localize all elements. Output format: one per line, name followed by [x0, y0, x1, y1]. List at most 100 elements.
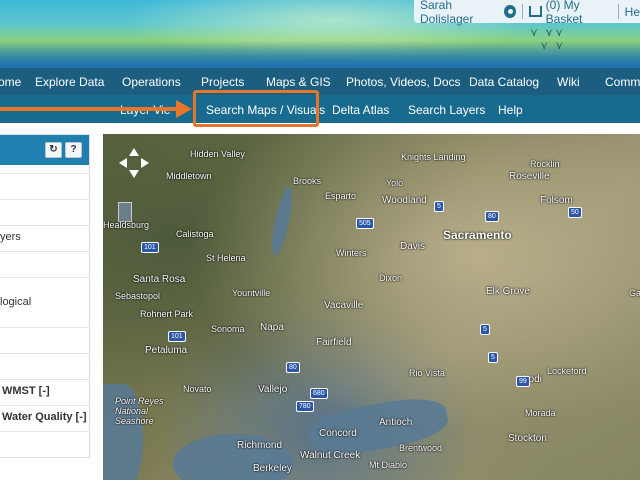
- birds-graphic: ⋎ ⋎⋎ ⋎ ⋎: [530, 27, 566, 52]
- subnav-help[interactable]: Help: [498, 103, 523, 117]
- help-button[interactable]: ?: [65, 142, 82, 158]
- divider: [617, 4, 619, 19]
- nav-community[interactable]: Commu: [605, 75, 640, 89]
- map-label-town: Concord: [319, 428, 357, 439]
- map-label-town: Vacaville: [324, 300, 364, 311]
- annotation-arrow-line: [0, 107, 182, 111]
- highway-shield: 5: [488, 352, 498, 363]
- nav-maps-gis[interactable]: Maps & GIS: [266, 75, 331, 89]
- nav-home[interactable]: ome: [0, 75, 21, 89]
- pan-right-icon[interactable]: [141, 158, 149, 168]
- layer-panel: ↻ ? yers logical WMST [-] Water Quality …: [0, 134, 90, 458]
- map-label-town: Napa: [260, 322, 284, 333]
- map-label-town: Fairfield: [316, 337, 352, 348]
- pan-down-icon[interactable]: [129, 170, 139, 178]
- lake-water: [267, 185, 297, 257]
- panel-row[interactable]: logical: [0, 277, 90, 327]
- map-label-small: Morada: [525, 408, 556, 418]
- map-label-town: Davis: [400, 241, 426, 252]
- map-label-small: Dixon: [379, 273, 403, 283]
- satellite-map[interactable]: Sacramento Santa Rosa Davis Elk Grove Na…: [103, 134, 640, 480]
- panel-row[interactable]: [0, 431, 90, 459]
- highway-shield: 50: [568, 207, 582, 218]
- map-label-town: Berkeley: [253, 463, 292, 474]
- panel-row[interactable]: [0, 353, 90, 379]
- panel-row-label: yers: [0, 231, 21, 243]
- nav-projects[interactable]: Projects: [201, 75, 244, 89]
- map-label-town: Stockton: [508, 433, 547, 444]
- map-label-town: Petaluma: [145, 345, 188, 356]
- panel-row[interactable]: [0, 199, 90, 225]
- panel-row[interactable]: [0, 327, 90, 353]
- nav-data-catalog[interactable]: Data Catalog: [469, 75, 539, 89]
- divider: [521, 4, 523, 19]
- panel-row-label: logical: [0, 296, 32, 308]
- map-label-small: Healdsburg: [103, 220, 150, 230]
- map-label-town: Richmond: [237, 440, 283, 451]
- subnav-delta-atlas[interactable]: Delta Atlas: [332, 103, 389, 117]
- panel-row[interactable]: WMST [-]: [0, 379, 90, 405]
- map-label-small: Sebastopol: [115, 291, 161, 301]
- highway-shield: 780: [296, 401, 314, 412]
- highway-shield: 80: [485, 211, 499, 222]
- nav-operations[interactable]: Operations: [122, 75, 181, 89]
- help-link[interactable]: He: [625, 5, 640, 19]
- map-label-small: Novato: [183, 384, 212, 394]
- annotation-highlight-box: [193, 90, 319, 127]
- highway-shield: 5: [434, 201, 444, 212]
- map-pan-control[interactable]: [119, 148, 149, 178]
- highway-shield: 505: [356, 218, 374, 229]
- map-label-city: Sacramento: [443, 228, 512, 242]
- map-label-small: Lockeford: [547, 366, 587, 376]
- map-label-small: Rohnert Park: [140, 309, 194, 319]
- map-label-small: Rocklin: [530, 159, 560, 169]
- user-name-link[interactable]: Sarah Dolislager: [414, 0, 499, 26]
- street-view-icon[interactable]: [118, 202, 132, 222]
- highway-shield: 80: [286, 362, 300, 373]
- map-label-small: St Helena: [206, 253, 246, 263]
- map-label-small: Yolo: [386, 178, 404, 188]
- highway-shield: 99: [516, 376, 530, 387]
- map-label-small: Brentwood: [399, 443, 443, 453]
- main-nav: ome Explore Data Operations Projects Map…: [0, 68, 640, 95]
- map-label-peak: Mt Diablo: [369, 460, 408, 470]
- panel-row-label: WMST [-]: [2, 385, 50, 397]
- map-label-town: Folsom: [540, 195, 573, 206]
- nav-wiki[interactable]: Wiki: [557, 75, 580, 89]
- map-label-small: Brooks: [293, 176, 322, 186]
- map-label-small: Calistoga: [176, 229, 214, 239]
- map-label-small: Galt: [629, 288, 640, 298]
- panel-row-label: Water Quality [-]: [2, 411, 87, 423]
- map-label-small: Rio Vista: [409, 368, 445, 378]
- panel-row[interactable]: Water Quality [-]: [0, 405, 90, 431]
- panel-header: ↻ ?: [0, 135, 89, 165]
- map-label-town: Roseville: [509, 171, 550, 182]
- map-label-small: Esparto: [325, 191, 357, 201]
- nav-photos-videos-docs[interactable]: Photos, Videos, Docs: [346, 75, 461, 89]
- basket-link[interactable]: (0) My Basket: [546, 0, 612, 26]
- panel-row[interactable]: [0, 251, 90, 277]
- map-label-town: Antioch: [379, 417, 413, 428]
- map-label-town: Woodland: [382, 195, 427, 206]
- map-label-park: Point Reyes National Seashore: [115, 396, 164, 426]
- map-label-town: Vallejo: [258, 384, 288, 395]
- user-bar: Sarah Dolislager (0) My Basket He: [414, 0, 640, 26]
- annotation-arrow-head: [176, 100, 192, 118]
- map-label-town: Walnut Creek: [300, 450, 361, 461]
- map-label-small: Knights Landing: [401, 152, 466, 162]
- map-label-small: Hidden Valley: [190, 149, 245, 159]
- pan-up-icon[interactable]: [129, 148, 139, 156]
- subnav-search-layers[interactable]: Search Layers: [408, 103, 485, 117]
- gear-icon[interactable]: [504, 5, 516, 18]
- panel-row[interactable]: [0, 173, 90, 199]
- panel-row[interactable]: yers: [0, 225, 90, 251]
- cart-icon[interactable]: [528, 6, 542, 17]
- map-label-small: Middletown: [166, 171, 212, 181]
- highway-shield: 101: [168, 331, 186, 342]
- highway-shield: 101: [141, 242, 159, 253]
- map-label-town: Santa Rosa: [133, 274, 186, 285]
- map-label-small: Yountville: [232, 288, 271, 298]
- pan-left-icon[interactable]: [119, 158, 127, 168]
- refresh-icon[interactable]: ↻: [45, 142, 62, 158]
- nav-explore-data[interactable]: Explore Data: [35, 75, 104, 89]
